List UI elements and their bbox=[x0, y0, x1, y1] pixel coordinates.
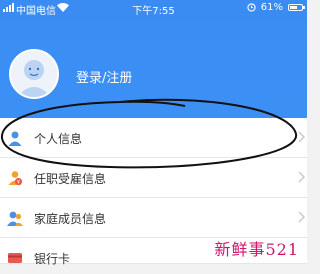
family-icon bbox=[7, 211, 23, 226]
menu-item-employment-info[interactable]: ¥ 任职受雇信息 bbox=[0, 158, 307, 198]
status-bar: 中国电信 下午7:55 61% bbox=[0, 0, 307, 17]
battery-percent: 61% bbox=[260, 2, 283, 13]
person-icon bbox=[8, 131, 22, 146]
chevron-right-icon bbox=[298, 131, 305, 143]
battery-fill bbox=[290, 6, 297, 9]
profile-header: 中国电信 下午7:55 61% 登录/注册 bbox=[0, 0, 307, 118]
watermark-text: 新鲜事521 bbox=[214, 240, 299, 259]
chevron-right-icon bbox=[298, 171, 305, 183]
avatar[interactable] bbox=[9, 49, 59, 99]
chevron-right-icon bbox=[298, 211, 305, 223]
menu-item-label: 任职受雇信息 bbox=[34, 172, 107, 186]
menu-item-label: 家庭成员信息 bbox=[34, 212, 107, 226]
alarm-icon bbox=[247, 3, 256, 12]
login-register-link[interactable]: 登录/注册 bbox=[76, 67, 132, 86]
menu-item-label: 银行卡 bbox=[34, 252, 71, 266]
menu-item-personal-info[interactable]: 个人信息 bbox=[0, 118, 307, 158]
default-avatar-icon bbox=[17, 60, 51, 97]
menu-item-label: 个人信息 bbox=[34, 132, 83, 146]
battery-icon bbox=[288, 4, 305, 11]
menu-item-family-members[interactable]: 家庭成员信息 bbox=[0, 198, 307, 238]
bank-card-icon bbox=[8, 253, 22, 263]
employment-icon: ¥ bbox=[8, 171, 23, 185]
svg-text:¥: ¥ bbox=[17, 179, 20, 185]
